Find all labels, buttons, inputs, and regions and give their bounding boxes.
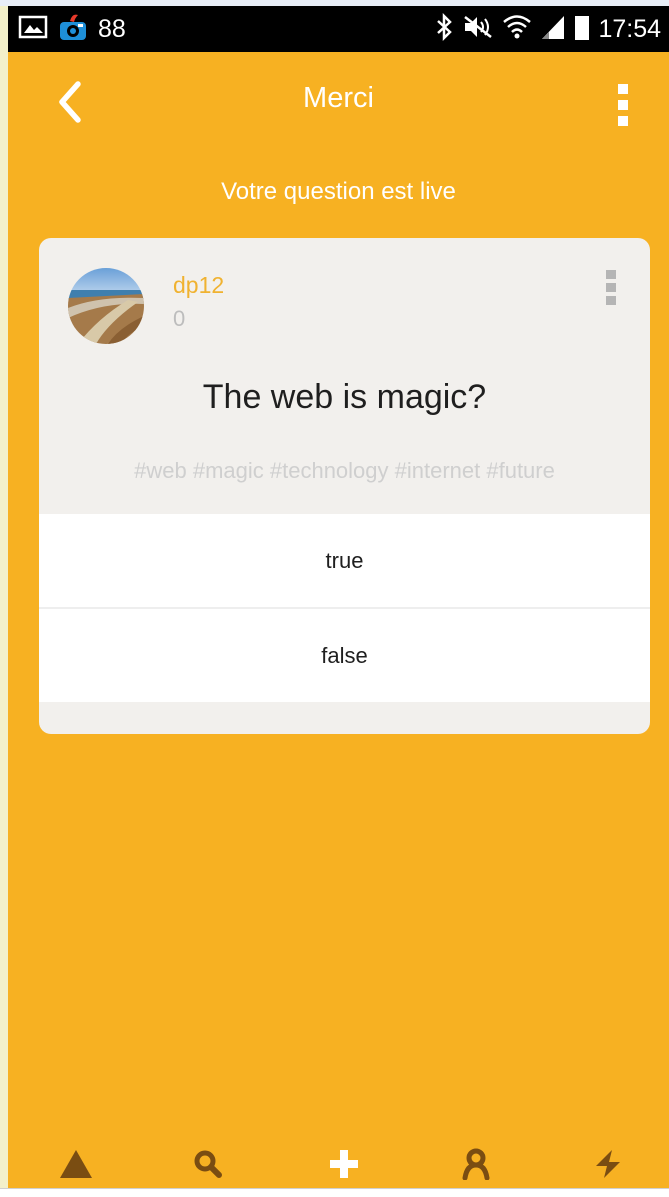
window-left-edge <box>0 6 8 1188</box>
answer-list: true false <box>39 514 650 702</box>
notification-count: 88 <box>98 14 126 43</box>
search-icon <box>193 1149 223 1183</box>
mute-icon <box>462 13 494 45</box>
vertical-dots-icon <box>613 84 633 132</box>
header-menu-button[interactable] <box>613 82 633 128</box>
answer-option-true[interactable]: true <box>39 514 650 607</box>
app-header: Merci <box>8 52 669 152</box>
vertical-dots-icon <box>604 270 618 312</box>
user-score: 0 <box>173 306 186 331</box>
bottom-navigation <box>8 1146 669 1188</box>
triangle-icon <box>58 1147 94 1185</box>
app-icon <box>58 12 88 46</box>
question-tags: #web #magic #technology #internet #futur… <box>134 458 555 483</box>
answer-option-false[interactable]: false <box>39 607 650 702</box>
nav-add-button[interactable] <box>324 1146 364 1186</box>
username[interactable]: dp12 <box>173 272 224 299</box>
avatar[interactable] <box>68 268 144 344</box>
lightning-icon <box>592 1148 624 1184</box>
battery-icon <box>574 13 590 45</box>
profile-icon <box>461 1148 491 1184</box>
app-screen: 88 17:54 Merci Votre question est live d… <box>8 6 669 1188</box>
card-menu-button[interactable] <box>604 268 618 308</box>
plus-icon <box>328 1148 360 1184</box>
nav-activity-button[interactable] <box>588 1146 628 1186</box>
nav-profile-button[interactable] <box>456 1146 496 1186</box>
status-bar: 88 17:54 <box>8 6 669 52</box>
clock: 17:54 <box>598 14 661 43</box>
bluetooth-icon <box>434 12 454 45</box>
gallery-icon <box>18 14 48 44</box>
chevron-left-icon <box>48 81 92 132</box>
wifi-icon <box>502 13 532 45</box>
live-status-text: Votre question est live <box>221 178 456 205</box>
nav-home-button[interactable] <box>56 1146 96 1186</box>
nav-search-button[interactable] <box>188 1146 228 1186</box>
question-card: dp12 0 The web is magic? #web #magic #te… <box>39 238 650 734</box>
question-text: The web is magic? <box>202 378 487 416</box>
page-title: Merci <box>303 82 374 114</box>
signal-icon <box>540 13 566 45</box>
